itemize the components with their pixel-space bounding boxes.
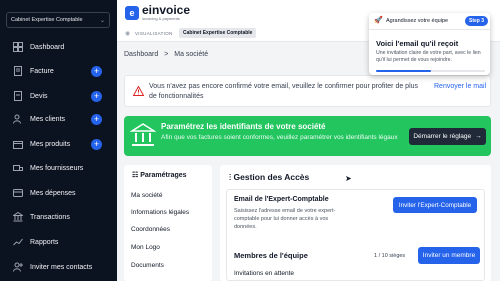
users-icon <box>12 114 23 125</box>
sidebar-item-clients[interactable]: Mes clients + <box>0 111 117 127</box>
invite-expert-button[interactable]: Inviter l'Expert-Comptable <box>393 197 477 213</box>
company-selector[interactable]: Cabinet Expertise Comptable ⌄ <box>6 12 110 28</box>
sidebar-item-label: Facture <box>30 67 54 75</box>
sidebar-item-fournisseurs[interactable]: Mes fournisseurs <box>0 160 117 176</box>
chart-icon <box>12 237 23 248</box>
truck-icon <box>12 163 23 174</box>
breadcrumb-root[interactable]: Dashboard <box>124 51 158 58</box>
grid-icon <box>12 42 23 53</box>
onboarding-header: 🚀 Agrandissez votre équipe Step 3 <box>369 13 490 30</box>
view-company-badge: Cabinet Expertise Comptable <box>179 28 257 38</box>
team-members-title: Membres de l'équipe <box>234 251 308 260</box>
sidebar: Cabinet Expertise Comptable ⌄ Dashboard … <box>0 0 117 281</box>
receipt-icon <box>12 188 23 199</box>
sliders-icon: ☷ <box>132 172 139 179</box>
expert-email-title: Email de l'Expert-Comptable <box>234 196 329 203</box>
sidebar-item-facture[interactable]: Facture + <box>0 63 117 79</box>
sidebar-item-transactions[interactable]: Transactions <box>0 209 117 225</box>
onboarding-popup: 🚀 Agrandissez votre équipe Step 3 Voici … <box>369 13 490 75</box>
settings-item-documents[interactable]: Documents <box>131 262 164 269</box>
add-quote-button[interactable]: + <box>91 90 102 102</box>
bank-icon <box>129 122 157 150</box>
sidebar-item-depenses[interactable]: Mes dépenses <box>0 185 117 201</box>
sidebar-item-label: Mes produits <box>30 140 71 148</box>
seat-count: 1 / 10 sièges <box>374 253 406 259</box>
access-management: ⫶ Gestion des Accès ➤ Email de l'Expert-… <box>220 165 491 281</box>
settings-item-logo[interactable]: Mon Logo <box>131 244 160 251</box>
sidebar-item-label: Transactions <box>30 213 70 221</box>
company-selector-label: Cabinet Expertise Comptable <box>11 17 83 23</box>
sidebar-item-label: Mes fournisseurs <box>30 164 84 172</box>
sidebar-item-label: Dashboard <box>30 43 65 51</box>
rocket-icon: 🚀 <box>374 17 383 24</box>
settings-title: ☷ Paramétrages <box>132 172 187 179</box>
sidebar-item-dashboard[interactable]: Dashboard <box>0 39 117 55</box>
email-warning: Vous n'avez pas encore confirmé votre em… <box>124 75 491 107</box>
sidebar-item-label: Inviter mes contacts <box>30 263 93 271</box>
breadcrumb-current: Ma société <box>174 51 209 58</box>
breadcrumb-separator: > <box>164 51 169 58</box>
settings-item-coordonnees[interactable]: Coordonnées <box>131 226 170 233</box>
cursor-icon: ➤ <box>345 174 352 183</box>
sidebar-item-label: Mes dépenses <box>30 189 76 197</box>
quote-icon <box>12 91 23 102</box>
pending-invitations-title: Invitations en attente <box>234 270 294 277</box>
start-setup-button[interactable]: Démarrer le réglage → <box>409 128 486 145</box>
settings-item-ma-societe[interactable]: Ma société <box>131 192 162 199</box>
onboarding-progress <box>376 70 485 72</box>
add-client-button[interactable]: + <box>91 113 102 125</box>
chevron-down-icon: ⌄ <box>99 17 105 24</box>
logo-name: einvoice <box>142 3 191 17</box>
access-panel: Email de l'Expert-Comptable Saisissez l'… <box>226 189 485 281</box>
breadcrumb: Dashboard > Ma société <box>124 51 212 58</box>
invoice-icon <box>12 66 23 77</box>
logo-tagline: invoicing & payments <box>142 16 180 21</box>
eye-icon: ◉ <box>125 31 131 37</box>
onboarding-progress-fill <box>376 70 431 72</box>
sidebar-item-label: Rapports <box>30 238 59 246</box>
add-invoice-button[interactable]: + <box>91 65 102 77</box>
onboarding-label: Agrandissez votre équipe <box>386 18 449 24</box>
invite-member-button[interactable]: Inviter un membre <box>418 247 480 264</box>
onboarding-title: Voici l'email qu'il reçoit <box>376 39 459 48</box>
banner-title: Paramétrez les identifiants de votre soc… <box>161 122 326 131</box>
sidebar-item-devis[interactable]: Devis + <box>0 88 117 104</box>
sidebar-item-label: Mes clients <box>30 115 66 123</box>
sliders-icon: ⫶ <box>229 172 232 182</box>
settings-item-informations-legales[interactable]: Informations légales <box>131 209 189 216</box>
step-badge: Step 3 <box>465 16 489 26</box>
invite-icon <box>12 262 23 273</box>
onboarding-description: Une invitation claire de votre part, ave… <box>376 50 481 63</box>
setup-banner: Paramétrez les identifiants de votre soc… <box>124 116 491 156</box>
bank-icon <box>12 212 23 223</box>
sidebar-item-label: Devis <box>30 92 48 100</box>
sidebar-item-inviter[interactable]: Inviter mes contacts <box>0 259 117 275</box>
sidebar-item-rapports[interactable]: Rapports <box>0 234 117 250</box>
logo-icon: e <box>125 6 139 20</box>
warning-icon <box>132 85 145 98</box>
sidebar-item-produits[interactable]: Mes produits + <box>0 136 117 152</box>
banner-subtitle: Afin que vos factures soient conformes, … <box>161 134 398 141</box>
arrow-right-icon: → <box>475 133 482 140</box>
box-icon <box>12 139 23 150</box>
expert-email-description: Saisissez l'adresse email de votre exper… <box>234 208 336 230</box>
settings-menu: ☷ Paramétrages Ma société Informations l… <box>124 165 212 281</box>
resend-mail-link[interactable]: Renvoyer le mail <box>434 82 489 92</box>
view-label: VISUALISATION <box>135 31 173 36</box>
start-setup-label: Démarrer le réglage <box>413 133 472 140</box>
add-product-button[interactable]: + <box>91 138 102 150</box>
warning-text: Vous n'avez pas encore confirmé votre em… <box>149 83 419 100</box>
access-title: ⫶ Gestion des Accès <box>229 172 310 182</box>
